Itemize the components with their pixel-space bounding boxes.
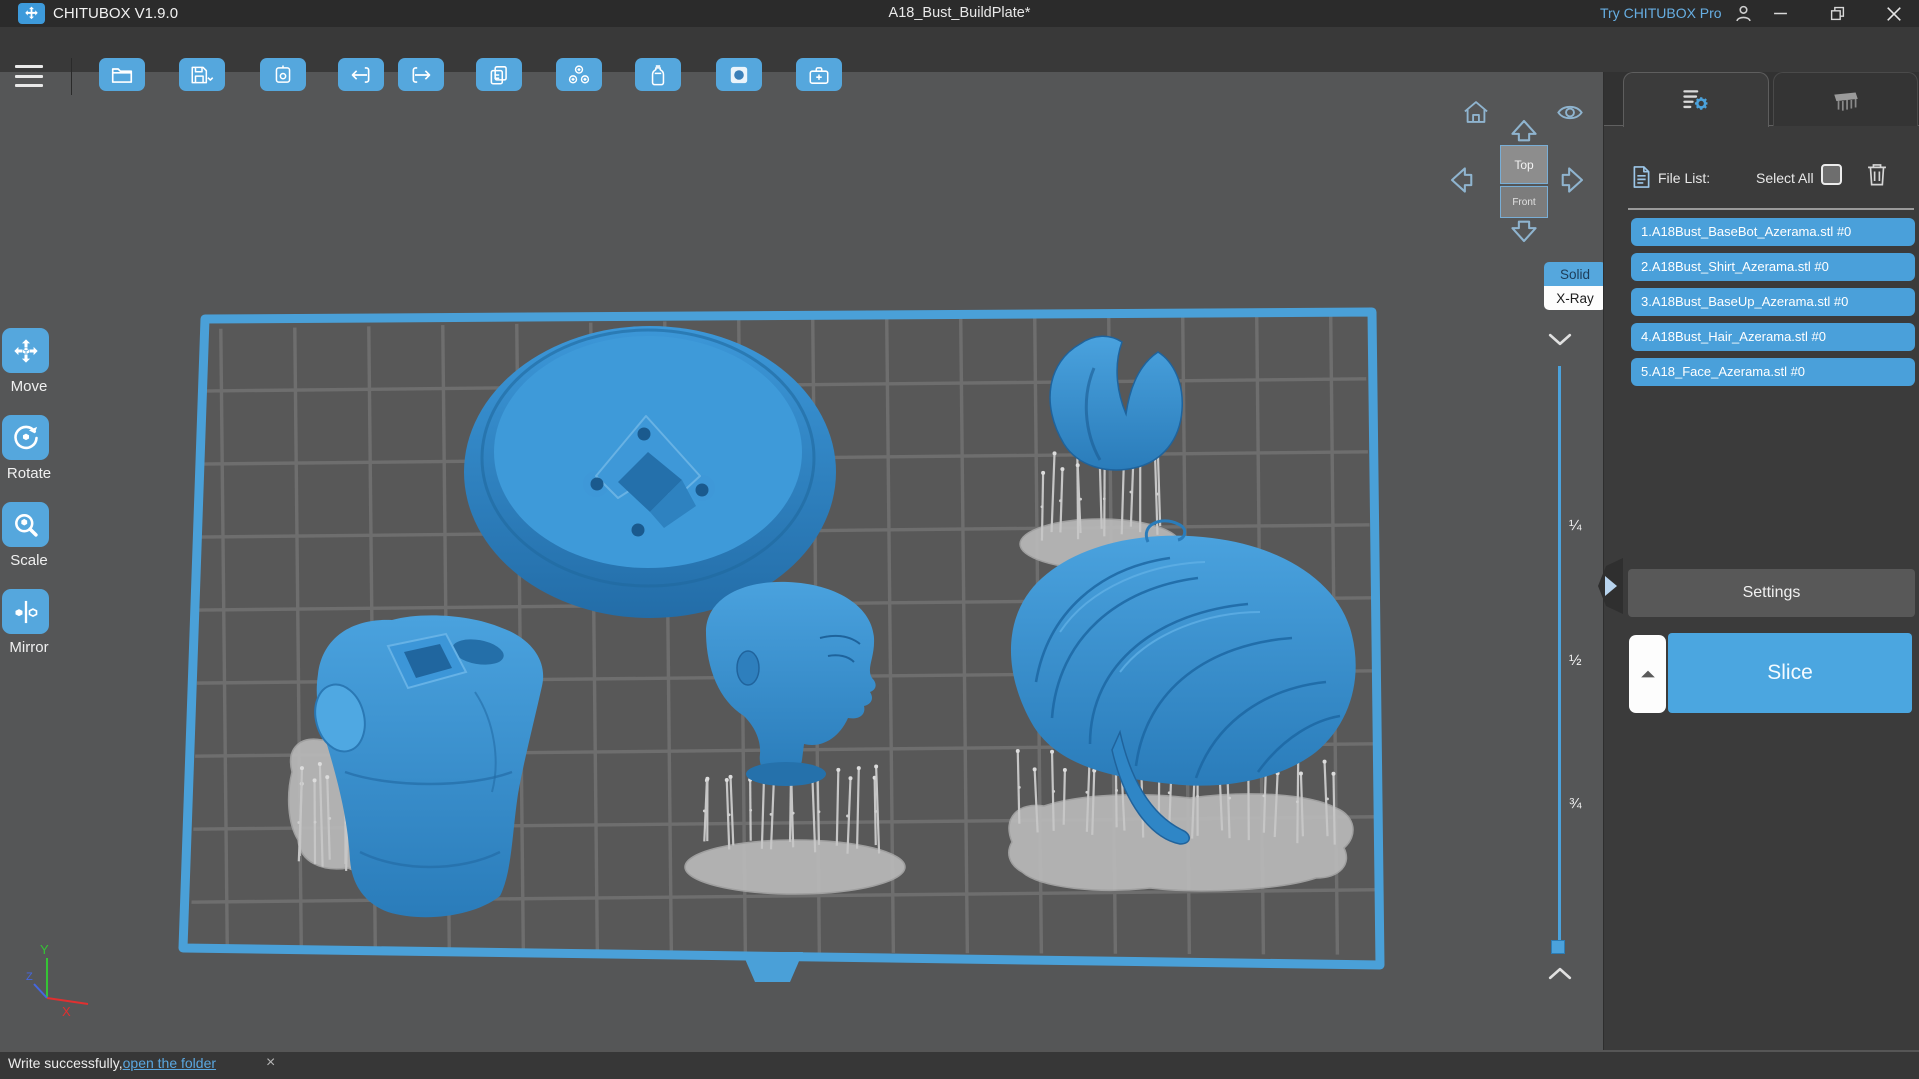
- restore-icon: [1830, 6, 1844, 21]
- settings-button[interactable]: Settings: [1628, 569, 1915, 617]
- move-icon: [13, 338, 38, 363]
- slice-button[interactable]: Slice: [1668, 633, 1912, 713]
- arrow-up-icon: [1511, 119, 1537, 142]
- panel-collapse-handle[interactable]: [1594, 556, 1624, 616]
- layer-slider-track[interactable]: [1558, 366, 1561, 950]
- titlebar: CHITUBOX V1.9.0 A18_Bust_BuildPlate* Try…: [0, 0, 1919, 27]
- collapse-arrow-icon: [1598, 558, 1623, 614]
- perspective-toggle-button[interactable]: [1556, 102, 1584, 123]
- render-mode-solid-button[interactable]: Solid: [1544, 262, 1606, 286]
- view-cube-front-face[interactable]: Front: [1500, 186, 1548, 218]
- scale-tool-button[interactable]: [2, 502, 49, 547]
- view-cube: Top Front: [1500, 145, 1550, 221]
- slice-settings-icon: [1683, 90, 1708, 110]
- rotate-icon: [13, 425, 38, 449]
- render-mode-xray-button[interactable]: X-Ray: [1544, 286, 1606, 310]
- home-view-button[interactable]: [1462, 99, 1490, 125]
- arrow-left-icon: [1450, 167, 1473, 193]
- select-all-checkbox[interactable]: [1821, 164, 1842, 185]
- rotate-view-up-button[interactable]: [1506, 117, 1542, 143]
- slider-step-up-button[interactable]: [1548, 966, 1572, 981]
- minimize-icon: [1773, 12, 1787, 15]
- mirror-icon: [15, 600, 37, 623]
- person-icon: [1735, 5, 1751, 22]
- select-all-label: Select All: [1756, 170, 1814, 186]
- model-face-shell[interactable]: [1049, 335, 1183, 471]
- file-item[interactable]: 4.A18Bust_Hair_Azerama.stl #0: [1631, 323, 1915, 351]
- minimize-button[interactable]: [1763, 0, 1797, 27]
- scale-tool-label: Scale: [10, 552, 48, 569]
- rotate-tool-label: Rotate: [6, 465, 52, 482]
- statusbar: [0, 1050, 1919, 1079]
- tab-support-settings[interactable]: [1773, 72, 1918, 126]
- right-panel: File List: Select All 1.A18Bust_BaseBot_…: [1603, 72, 1919, 1052]
- app-name: CHITUBOX V1.9.0: [53, 5, 179, 22]
- restore-button[interactable]: [1820, 0, 1854, 27]
- slice-options-button[interactable]: [1629, 635, 1666, 713]
- document-title: A18_Bust_BuildPlate*: [888, 5, 1031, 21]
- slider-mark-three-quarter: ¾: [1569, 795, 1582, 812]
- model-basebot-disc[interactable]: [464, 326, 836, 618]
- layer-slider-handle[interactable]: [1551, 940, 1565, 954]
- file-item[interactable]: 3.A18Bust_BaseUp_Azerama.stl #0: [1631, 288, 1915, 316]
- axis-z-label: Z: [26, 971, 33, 983]
- axis-indicator: Y Z X: [26, 942, 89, 1019]
- chevron-down-icon: [1548, 333, 1572, 346]
- trash-icon: [1868, 164, 1886, 186]
- rotate-tool-button[interactable]: [2, 415, 49, 460]
- slider-mark-half: ½: [1569, 652, 1582, 669]
- tab-slice-settings[interactable]: [1623, 72, 1769, 127]
- file-item[interactable]: 5.A18_Face_Azerama.stl #0: [1631, 358, 1915, 386]
- file-list-icon-wrap: [1632, 165, 1651, 189]
- status-text: Write successfully,: [8, 1055, 123, 1071]
- viewport-canvas[interactable]: Y Z X: [0, 72, 1603, 1052]
- status-close-button[interactable]: ×: [266, 1054, 275, 1072]
- axis-x-label: X: [62, 1004, 71, 1019]
- scale-icon: [14, 513, 38, 537]
- arrow-down-icon: [1511, 220, 1537, 243]
- move-tool-button[interactable]: [2, 328, 49, 373]
- chevron-up-icon: [1548, 967, 1572, 980]
- status-message: Write successfully,open the folder: [8, 1055, 216, 1071]
- toolbar: [0, 27, 1919, 95]
- small-up-triangle-icon: [1640, 670, 1655, 678]
- file-item[interactable]: 2.A18Bust_Shirt_Azerama.stl #0: [1631, 253, 1915, 281]
- view-cube-top-face[interactable]: Top: [1500, 145, 1548, 184]
- file-list-divider: [1628, 208, 1914, 210]
- open-folder-link[interactable]: open the folder: [123, 1055, 216, 1071]
- rotate-view-left-button[interactable]: [1448, 162, 1474, 198]
- mirror-tool-button[interactable]: [2, 589, 49, 634]
- mirror-tool-label: Mirror: [9, 639, 49, 656]
- file-item[interactable]: 1.A18Bust_BaseBot_Azerama.stl #0: [1631, 218, 1915, 246]
- arrow-right-icon: [1561, 167, 1584, 193]
- home-icon: [1464, 101, 1488, 123]
- account-button[interactable]: [1726, 0, 1760, 27]
- chitubox-window: CHITUBOX V1.9.0 A18_Bust_BuildPlate* Try…: [0, 0, 1919, 1079]
- slider-mark-quarter: ¼: [1569, 517, 1582, 534]
- delete-files-button[interactable]: [1866, 162, 1888, 187]
- slider-step-down-button[interactable]: [1548, 332, 1572, 347]
- rotate-view-right-button[interactable]: [1560, 162, 1586, 198]
- app-logo-icon: [18, 3, 45, 24]
- plate-notch: [742, 952, 803, 982]
- close-button[interactable]: [1877, 0, 1911, 27]
- close-icon: [1887, 6, 1901, 21]
- eye-icon: [1557, 105, 1583, 120]
- try-pro-link[interactable]: Try CHITUBOX Pro: [1600, 0, 1722, 27]
- axis-y-label: Y: [40, 942, 49, 957]
- file-list-label: File List:: [1658, 170, 1711, 186]
- file-document-icon: [1633, 166, 1650, 188]
- move-tool-label: Move: [10, 378, 48, 395]
- rotate-view-down-button[interactable]: [1506, 219, 1542, 245]
- support-platform-icon: [1833, 92, 1858, 111]
